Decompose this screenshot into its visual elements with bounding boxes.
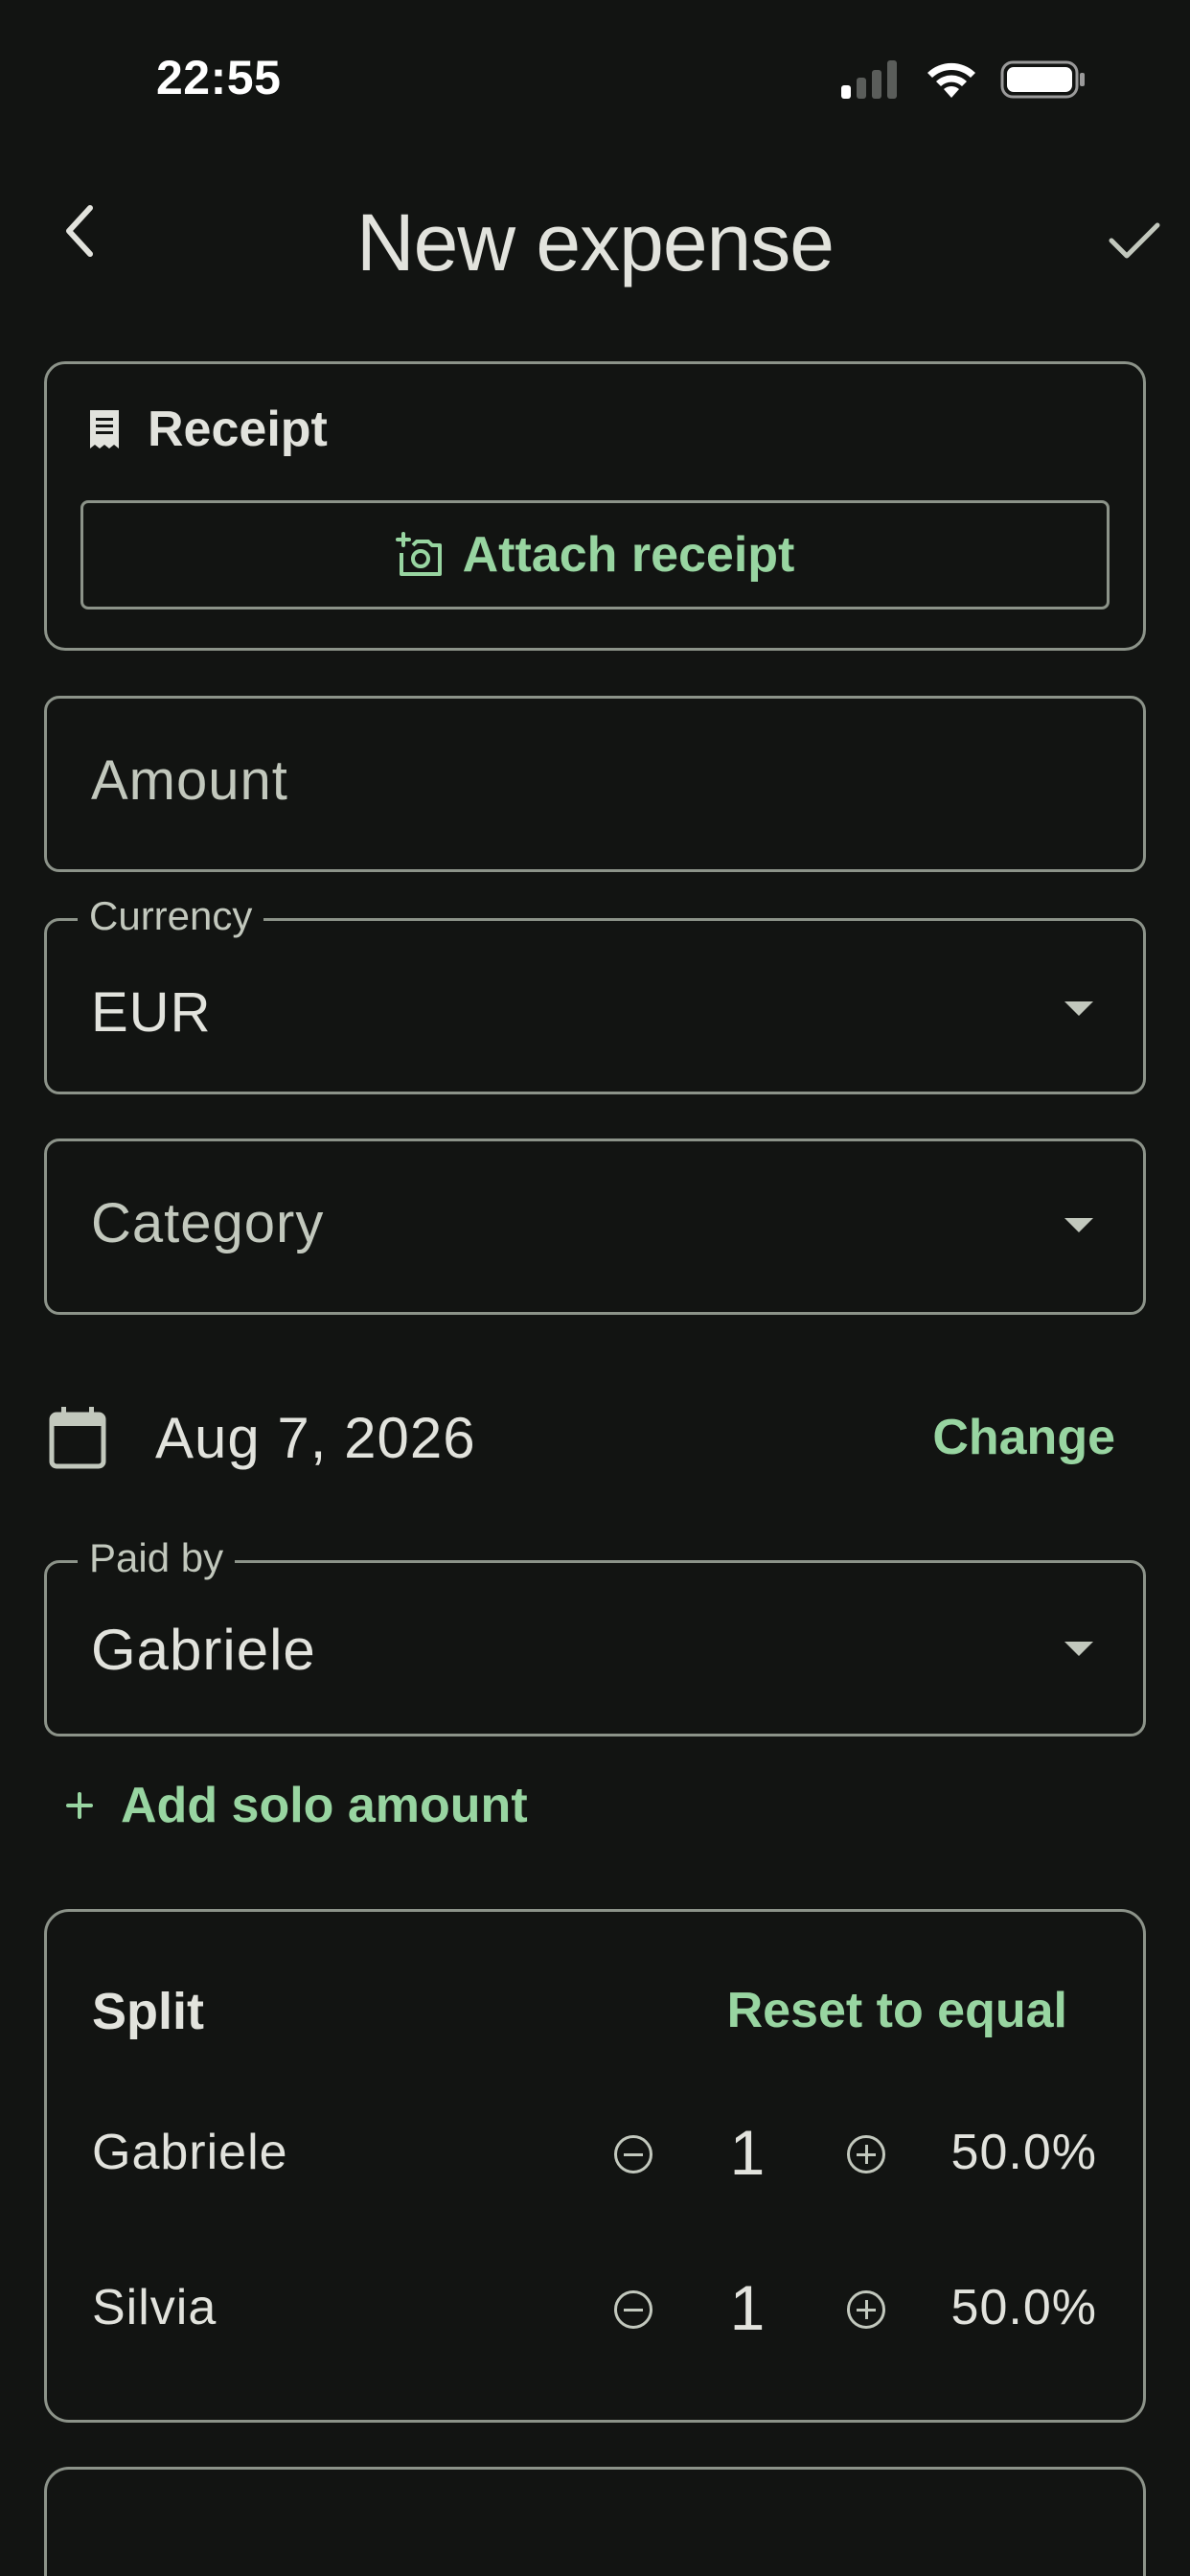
calendar-icon xyxy=(49,1407,106,1469)
attach-receipt-button[interactable]: Attach receipt xyxy=(80,500,1110,610)
dropdown-arrow-icon xyxy=(1064,1642,1093,1656)
split-title: Split xyxy=(92,1983,204,2040)
next-card xyxy=(44,2467,1146,2576)
currency-value: EUR xyxy=(91,981,212,1044)
new-expense-screen: 22:55 New expense Receipt Attach receipt… xyxy=(0,0,1190,2576)
page-title: New expense xyxy=(356,197,835,288)
paid-by-value: Gabriele xyxy=(91,1618,316,1682)
check-icon xyxy=(1109,222,1160,259)
wifi-icon xyxy=(927,62,975,98)
split-row: Silvia 1 50.0% xyxy=(0,2264,1190,2359)
plus-icon xyxy=(66,1792,93,1819)
plus-circle-icon[interactable] xyxy=(847,2135,885,2174)
receipt-header: Receipt xyxy=(86,401,328,458)
reset-to-equal-button[interactable]: Reset to equal xyxy=(727,1982,1067,2039)
split-row-name: Gabriele xyxy=(92,2125,288,2180)
receipt-title: Receipt xyxy=(148,402,328,457)
category-placeholder: Category xyxy=(91,1192,325,1254)
plus-circle-icon[interactable] xyxy=(847,2290,885,2329)
category-select[interactable]: Category xyxy=(44,1138,1146,1315)
amount-placeholder: Amount xyxy=(91,749,288,812)
split-row-count: 1 xyxy=(729,2117,766,2188)
paid-by-label: Paid by xyxy=(78,1535,236,1581)
minus-circle-icon[interactable] xyxy=(614,2135,652,2174)
amount-field[interactable]: Amount xyxy=(44,696,1146,872)
dropdown-arrow-icon xyxy=(1064,1218,1093,1232)
split-row-name: Silvia xyxy=(92,2280,217,2335)
dropdown-arrow-icon xyxy=(1064,1001,1093,1016)
paid-by-select[interactable]: Gabriele xyxy=(44,1560,1146,1736)
attach-receipt-label: Attach receipt xyxy=(462,527,795,583)
split-row-percent: 50.0% xyxy=(950,2125,1097,2180)
currency-label: Currency xyxy=(78,893,264,939)
minus-circle-icon[interactable] xyxy=(614,2290,652,2329)
add-photo-icon xyxy=(395,532,442,576)
status-time: 22:55 xyxy=(156,51,282,104)
cellular-signal-icon xyxy=(841,60,897,99)
currency-select[interactable]: EUR xyxy=(44,918,1146,1094)
save-button[interactable] xyxy=(1100,206,1169,275)
battery-icon xyxy=(1000,60,1085,99)
date-value: Aug 7, 2026 xyxy=(155,1406,476,1470)
split-row-count: 1 xyxy=(729,2272,766,2343)
split-row: Gabriele 1 50.0% xyxy=(0,2108,1190,2204)
split-row-percent: 50.0% xyxy=(950,2280,1097,2335)
add-solo-amount-label: Add solo amount xyxy=(121,1778,528,1833)
status-icons xyxy=(841,59,1087,100)
receipt-icon xyxy=(90,410,119,448)
change-date-button[interactable]: Change xyxy=(932,1409,1115,1466)
add-solo-amount-button[interactable]: Add solo amount xyxy=(65,1777,528,1834)
